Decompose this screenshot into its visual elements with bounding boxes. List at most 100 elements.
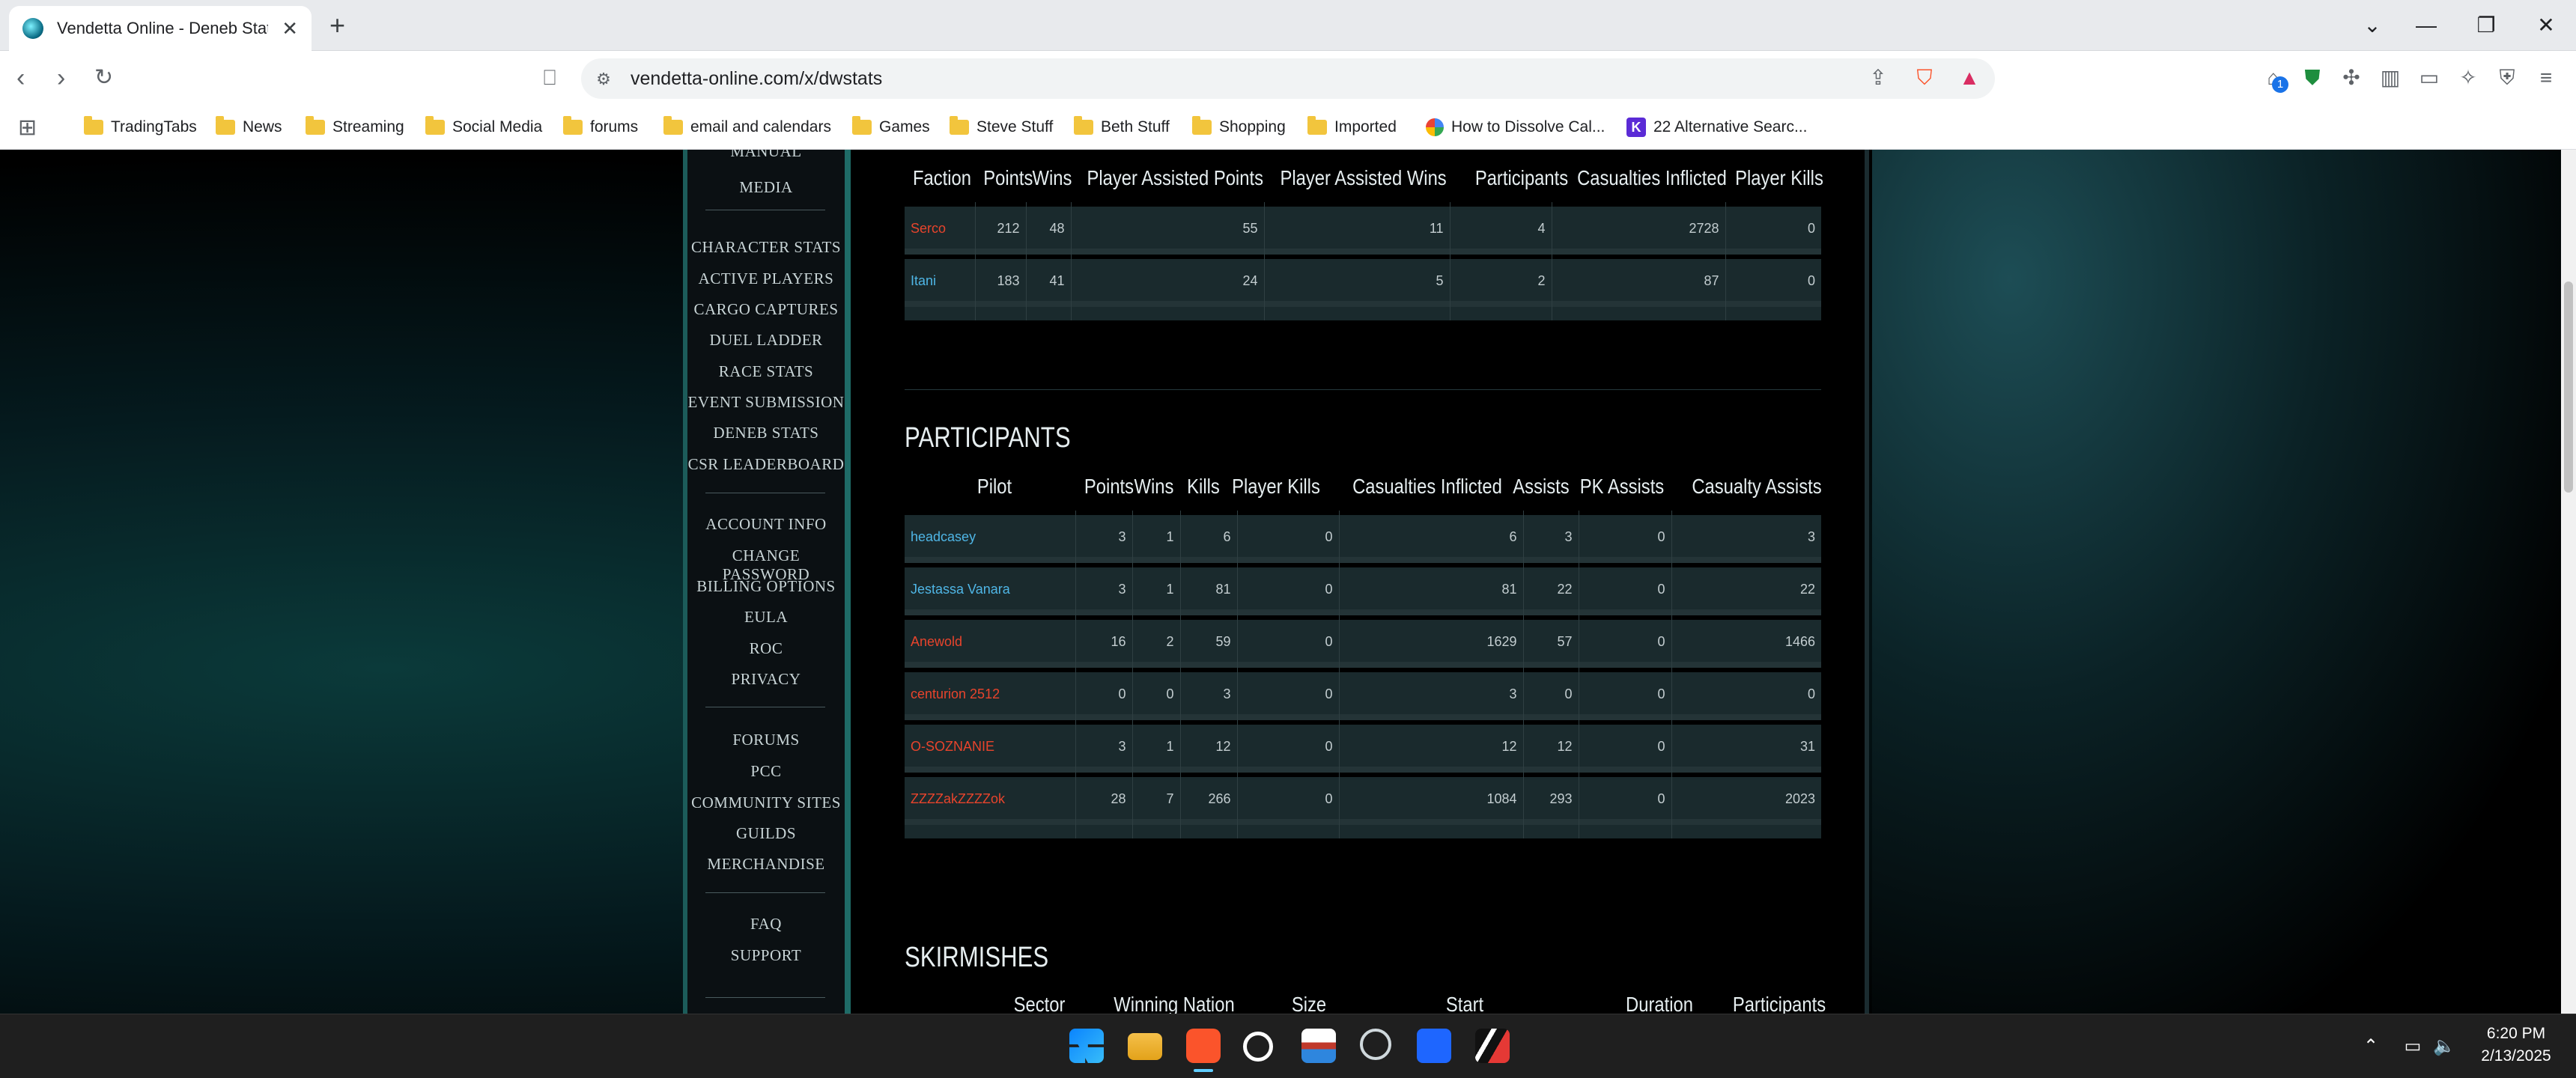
nav-event-submission[interactable]: EVENT SUBMISSION <box>687 393 845 412</box>
leo-ai-icon[interactable]: ✧ <box>2452 61 2485 94</box>
network-icon[interactable]: ▭ <box>2396 1030 2429 1063</box>
table-cell: 31 <box>1671 720 1821 773</box>
table-cell: 0 <box>1578 511 1671 563</box>
minimize-button[interactable]: — <box>2404 7 2449 43</box>
close-tab-icon[interactable]: ✕ <box>282 17 298 40</box>
brave-rewards-icon[interactable]: ▲ <box>1953 61 1986 94</box>
bookmark-folder[interactable]: Beth Stuff <box>1074 114 1170 141</box>
gamepad-app-icon[interactable] <box>1417 1029 1451 1063</box>
bookmark-icon[interactable]: ⎕ <box>533 61 566 94</box>
nav-active-players[interactable]: ACTIVE PLAYERS <box>687 270 845 288</box>
url-text[interactable]: vendetta-online.com/x/dwstats <box>631 63 882 94</box>
bookmark-label: TradingTabs <box>111 118 197 135</box>
nav-forums[interactable]: FORUMS <box>687 731 845 749</box>
col-header: Sector <box>1013 993 1066 1014</box>
system-clock[interactable]: 6:20 PM 2/13/2025 <box>2464 1023 2569 1068</box>
faction-name[interactable]: Serco <box>905 202 975 255</box>
nav-csr-leaderboard[interactable]: CSR LEADERBOARD <box>687 455 845 474</box>
table-cell: 2023 <box>1671 773 1821 825</box>
extensions-icon[interactable]: ✣ <box>2335 61 2368 94</box>
nav-guilds[interactable]: GUILDS <box>687 824 845 843</box>
forward-icon[interactable]: › <box>57 61 65 94</box>
signature-app-icon[interactable] <box>1475 1029 1510 1063</box>
nav-media[interactable]: MEDIA <box>687 178 845 197</box>
bookmark-folder[interactable]: Imported <box>1307 114 1397 141</box>
nav-account-info[interactable]: ACCOUNT INFO <box>687 515 845 534</box>
nav-billing-options[interactable]: BILLING OPTIONS <box>687 577 845 596</box>
nav-divider <box>705 892 825 893</box>
clock-date: 2/13/2025 <box>2481 1047 2551 1065</box>
apps-grid-icon[interactable]: ⊞ <box>18 114 37 141</box>
table-cell: 3 <box>1075 511 1132 563</box>
bookmark-folder[interactable]: Shopping <box>1192 114 1286 141</box>
globe-icon <box>1426 118 1444 136</box>
brave-browser-icon[interactable] <box>1186 1029 1221 1063</box>
table-cell: 0 <box>1236 720 1339 773</box>
pilot-name[interactable]: Jestassa Vanara <box>905 563 1075 615</box>
nav-duel-ladder[interactable]: DUEL LADDER <box>687 331 845 350</box>
bookmark-folder[interactable]: News <box>216 114 282 141</box>
tab-vendetta-stats[interactable]: Vendetta Online - Deneb Stats ✕ <box>9 6 312 51</box>
nav-pcc[interactable]: PCC <box>687 762 845 781</box>
back-icon[interactable]: ‹ <box>16 61 25 94</box>
nav-roc[interactable]: ROC <box>687 639 845 658</box>
bookmark-link[interactable]: How to Dissolve Cal... <box>1426 114 1605 141</box>
page-scrollbar[interactable] <box>2561 150 2576 1014</box>
chart-app-icon[interactable] <box>1301 1029 1336 1063</box>
table-cell: 0 <box>1578 615 1671 668</box>
nav-race-stats[interactable]: RACE STATS <box>687 362 845 381</box>
shield-extension-icon[interactable]: ⛊ <box>2296 61 2329 94</box>
restore-button[interactable]: ❐ <box>2464 7 2509 43</box>
bookmark-folder[interactable]: Games <box>852 114 930 141</box>
section-divider <box>905 389 1821 390</box>
nav-cargo-captures[interactable]: CARGO CAPTURES <box>687 300 845 319</box>
nav-eula[interactable]: EULA <box>687 608 845 627</box>
nav-privacy[interactable]: PRIVACY <box>687 670 845 689</box>
bookmark-label: How to Dissolve Cal... <box>1451 118 1606 135</box>
pilot-name[interactable]: centurion 2512 <box>905 668 1075 720</box>
bookmark-folder[interactable]: Streaming <box>306 114 404 141</box>
pilot-name[interactable]: Anewold <box>905 615 1075 668</box>
bookmark-label: email and calendars <box>690 118 831 135</box>
wallet-icon[interactable]: ▭ <box>2413 61 2446 94</box>
pilot-name[interactable]: O-SOZNANIE <box>905 720 1075 773</box>
bookmark-link[interactable]: K 22 Alternative Searc... <box>1626 114 1807 141</box>
scrollbar-thumb[interactable] <box>2564 281 2573 493</box>
bookmark-folder[interactable]: forums <box>563 114 638 141</box>
nav-support[interactable]: SUPPORT <box>687 946 845 965</box>
folder-icon <box>852 116 872 135</box>
table-cell: 0 <box>1522 668 1579 720</box>
reload-icon[interactable]: ↻ <box>94 61 113 94</box>
tab-search-icon[interactable]: ⌄ <box>2350 7 2395 43</box>
vpn-icon[interactable]: ⛨ <box>2491 61 2524 94</box>
chevron-up-icon[interactable]: ⌃ <box>2354 1030 2387 1063</box>
nav-community-sites[interactable]: COMMUNITY SITES <box>687 794 845 812</box>
bookmark-folder[interactable]: TradingTabs <box>84 114 197 141</box>
menu-icon[interactable]: ≡ <box>2530 61 2563 94</box>
bookmark-folder[interactable]: email and calendars <box>663 114 831 141</box>
speedometer-app-icon[interactable] <box>1243 1032 1273 1062</box>
nav-character-stats[interactable]: CHARACTER STATS <box>687 238 845 257</box>
share-icon[interactable]: ⇪ <box>1862 61 1895 94</box>
bookmark-folder[interactable]: Social Media <box>425 114 542 141</box>
pilot-name[interactable]: ZZZZakZZZZok <box>905 773 1075 825</box>
site-info-icon[interactable]: ⚙ <box>587 63 620 96</box>
volume-icon[interactable]: 🔈 <box>2428 1030 2461 1063</box>
faction-name[interactable]: Itani <box>905 255 975 307</box>
sidebar-icon[interactable]: ▥ <box>2374 61 2407 94</box>
close-window-button[interactable]: ✕ <box>2524 7 2569 43</box>
brave-shield-icon[interactable]: ⛉ <box>1908 61 1941 94</box>
table-cell: 1466 <box>1671 615 1821 668</box>
bookmark-folder[interactable]: Steve Stuff <box>950 114 1053 141</box>
table-cell: 266 <box>1179 773 1237 825</box>
nav-merchandise[interactable]: MERCHANDISE <box>687 855 845 874</box>
file-explorer-icon[interactable] <box>1128 1033 1162 1060</box>
obs-studio-icon[interactable] <box>1360 1029 1391 1060</box>
pilot-name[interactable]: headcasey <box>905 511 1075 563</box>
table-cell: 2 <box>1131 615 1180 668</box>
nav-faq[interactable]: FAQ <box>687 915 845 934</box>
new-tab-button[interactable]: + <box>329 10 345 40</box>
table-row: Itani 183 41 24 5 2 87 0 <box>905 255 1821 307</box>
nav-manual[interactable]: MANUAL <box>687 150 845 161</box>
nav-deneb-stats[interactable]: DENEB STATS <box>687 424 845 442</box>
